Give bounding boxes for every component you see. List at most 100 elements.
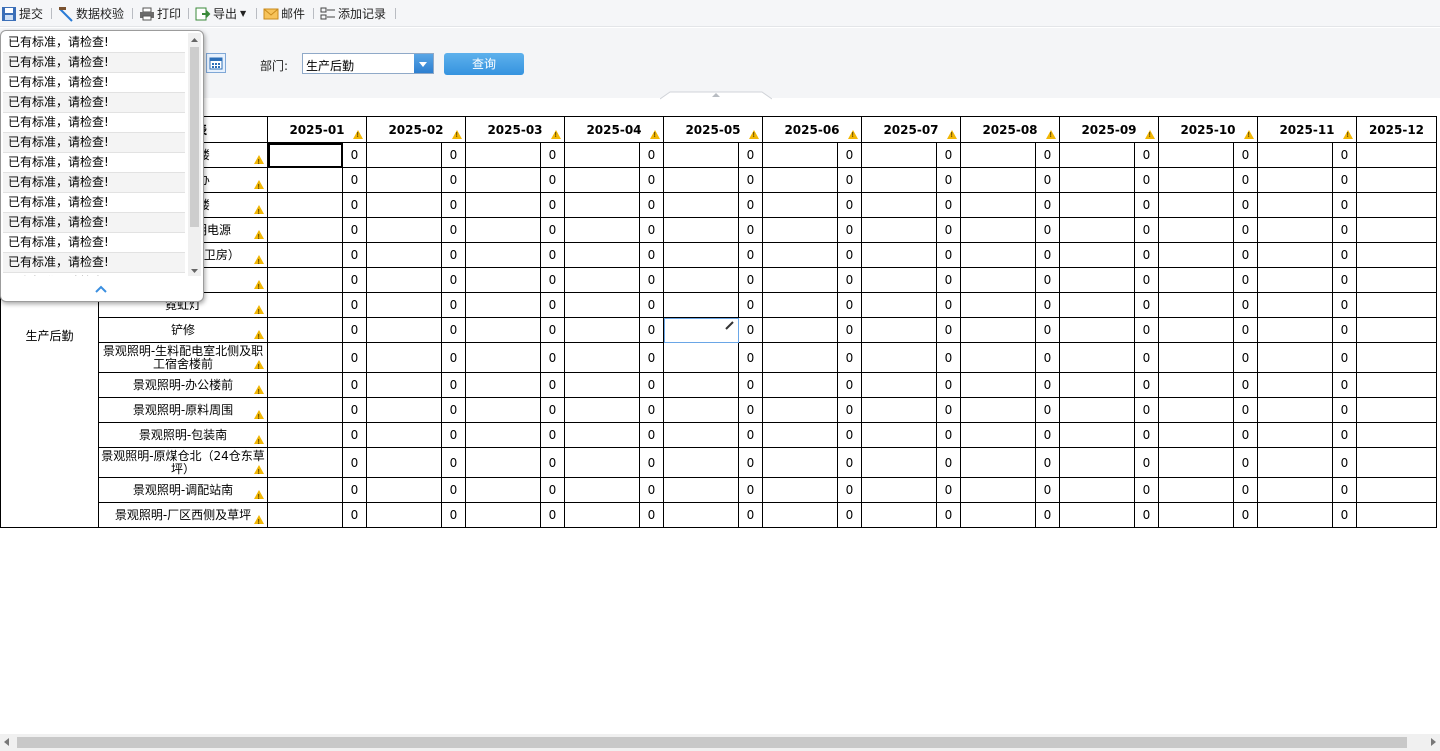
value-input-cell[interactable]: [1158, 142, 1234, 168]
value-input-cell[interactable]: [663, 317, 739, 343]
value-input-cell[interactable]: [861, 422, 937, 448]
value-input-cell[interactable]: [762, 317, 838, 343]
value-input-cell[interactable]: [861, 477, 937, 503]
value-input-cell[interactable]: [762, 422, 838, 448]
value-input-cell[interactable]: [1158, 217, 1234, 243]
value-input-cell[interactable]: [1158, 267, 1234, 293]
value-input-cell[interactable]: [1257, 502, 1333, 528]
value-input-cell[interactable]: [663, 267, 739, 293]
validate-button[interactable]: 数据校验: [58, 4, 124, 23]
value-input-cell[interactable]: [1059, 142, 1135, 168]
value-input-cell[interactable]: [564, 342, 640, 373]
value-input-cell[interactable]: [762, 242, 838, 268]
print-button[interactable]: 打印: [139, 4, 181, 23]
validation-message[interactable]: 已有标准，请检查!: [3, 193, 185, 213]
value-input-cell[interactable]: [1158, 477, 1234, 503]
value-input-cell[interactable]: [1059, 167, 1135, 193]
value-input-cell[interactable]: [762, 502, 838, 528]
value-input-cell[interactable]: [1257, 217, 1333, 243]
value-input-cell[interactable]: [465, 192, 541, 218]
value-input-cell[interactable]: [366, 167, 442, 193]
value-input-cell[interactable]: [1257, 142, 1333, 168]
value-input-cell[interactable]: [1059, 372, 1135, 398]
value-input-cell[interactable]: [366, 372, 442, 398]
value-input-cell[interactable]: [1257, 242, 1333, 268]
value-input-cell[interactable]: [1356, 317, 1437, 343]
value-input-cell[interactable]: [1059, 342, 1135, 373]
validation-message[interactable]: 已有标准，请检查!: [3, 133, 185, 153]
value-input-cell[interactable]: [663, 242, 739, 268]
value-input-cell[interactable]: [366, 342, 442, 373]
value-input-cell[interactable]: [960, 242, 1036, 268]
value-input-cell[interactable]: [1356, 217, 1437, 243]
value-input-cell[interactable]: [1257, 167, 1333, 193]
value-input-cell[interactable]: [960, 317, 1036, 343]
department-select[interactable]: 生产后勤: [302, 53, 434, 74]
value-input-cell[interactable]: [366, 142, 442, 168]
value-input-cell[interactable]: [1158, 192, 1234, 218]
value-input-cell[interactable]: [564, 372, 640, 398]
value-input-cell[interactable]: [564, 397, 640, 423]
value-input-cell[interactable]: [663, 192, 739, 218]
chevron-down-icon[interactable]: [414, 54, 433, 73]
value-input-cell[interactable]: [366, 422, 442, 448]
value-input-cell[interactable]: [663, 502, 739, 528]
value-input-cell[interactable]: [366, 317, 442, 343]
value-input-cell[interactable]: [960, 447, 1036, 478]
value-input-cell[interactable]: [1356, 502, 1437, 528]
value-input-cell[interactable]: [267, 447, 343, 478]
value-input-cell[interactable]: [960, 292, 1036, 318]
value-input-cell[interactable]: [762, 397, 838, 423]
value-input-cell[interactable]: [1059, 397, 1135, 423]
value-input-cell[interactable]: [267, 217, 343, 243]
value-input-cell[interactable]: [861, 192, 937, 218]
value-input-cell[interactable]: [1158, 342, 1234, 373]
value-input-cell[interactable]: [1356, 167, 1437, 193]
value-input-cell[interactable]: [564, 477, 640, 503]
horizontal-scrollbar[interactable]: [0, 734, 1440, 751]
value-input-cell[interactable]: [762, 477, 838, 503]
value-input-cell[interactable]: [1257, 372, 1333, 398]
value-input-cell[interactable]: [1356, 477, 1437, 503]
value-input-cell[interactable]: [960, 477, 1036, 503]
value-input-cell[interactable]: [1158, 292, 1234, 318]
value-input-cell[interactable]: [960, 502, 1036, 528]
value-input-cell[interactable]: [366, 397, 442, 423]
value-input-cell[interactable]: [960, 422, 1036, 448]
value-input-cell[interactable]: [465, 447, 541, 478]
value-input-cell[interactable]: [1059, 192, 1135, 218]
value-input-cell[interactable]: [861, 142, 937, 168]
value-input-cell[interactable]: [267, 502, 343, 528]
value-input-cell[interactable]: [1059, 317, 1135, 343]
value-input-cell[interactable]: [1356, 342, 1437, 373]
value-input-cell[interactable]: [960, 372, 1036, 398]
value-input-cell[interactable]: [564, 502, 640, 528]
value-input-cell[interactable]: [762, 447, 838, 478]
value-input-cell[interactable]: [564, 192, 640, 218]
value-input-cell[interactable]: [1257, 397, 1333, 423]
validation-message[interactable]: 已有标准，请检查!: [3, 93, 185, 113]
value-input-cell[interactable]: [861, 372, 937, 398]
validation-message[interactable]: 已有标准，请检查!: [3, 113, 185, 133]
value-input-cell[interactable]: [1356, 372, 1437, 398]
value-input-cell[interactable]: [465, 217, 541, 243]
mail-button[interactable]: 邮件: [263, 4, 305, 23]
value-input-cell[interactable]: [1059, 217, 1135, 243]
validation-message[interactable]: 已有标准，请检查!: [3, 253, 185, 273]
value-input-cell[interactable]: [762, 292, 838, 318]
value-input-cell[interactable]: [1059, 267, 1135, 293]
horizontal-scroll-thumb[interactable]: [17, 737, 1407, 748]
value-input-cell[interactable]: [564, 267, 640, 293]
value-input-cell[interactable]: [1356, 192, 1437, 218]
scroll-right-icon[interactable]: [1431, 738, 1436, 746]
value-input-cell[interactable]: [465, 397, 541, 423]
value-input-cell[interactable]: [465, 342, 541, 373]
value-input-cell[interactable]: [960, 142, 1036, 168]
value-input-cell[interactable]: [267, 242, 343, 268]
value-input-cell[interactable]: [960, 192, 1036, 218]
value-input-cell[interactable]: [267, 397, 343, 423]
value-input-cell[interactable]: [1158, 397, 1234, 423]
value-input-cell[interactable]: [960, 167, 1036, 193]
value-input-cell[interactable]: [1356, 292, 1437, 318]
value-input-cell[interactable]: [762, 167, 838, 193]
